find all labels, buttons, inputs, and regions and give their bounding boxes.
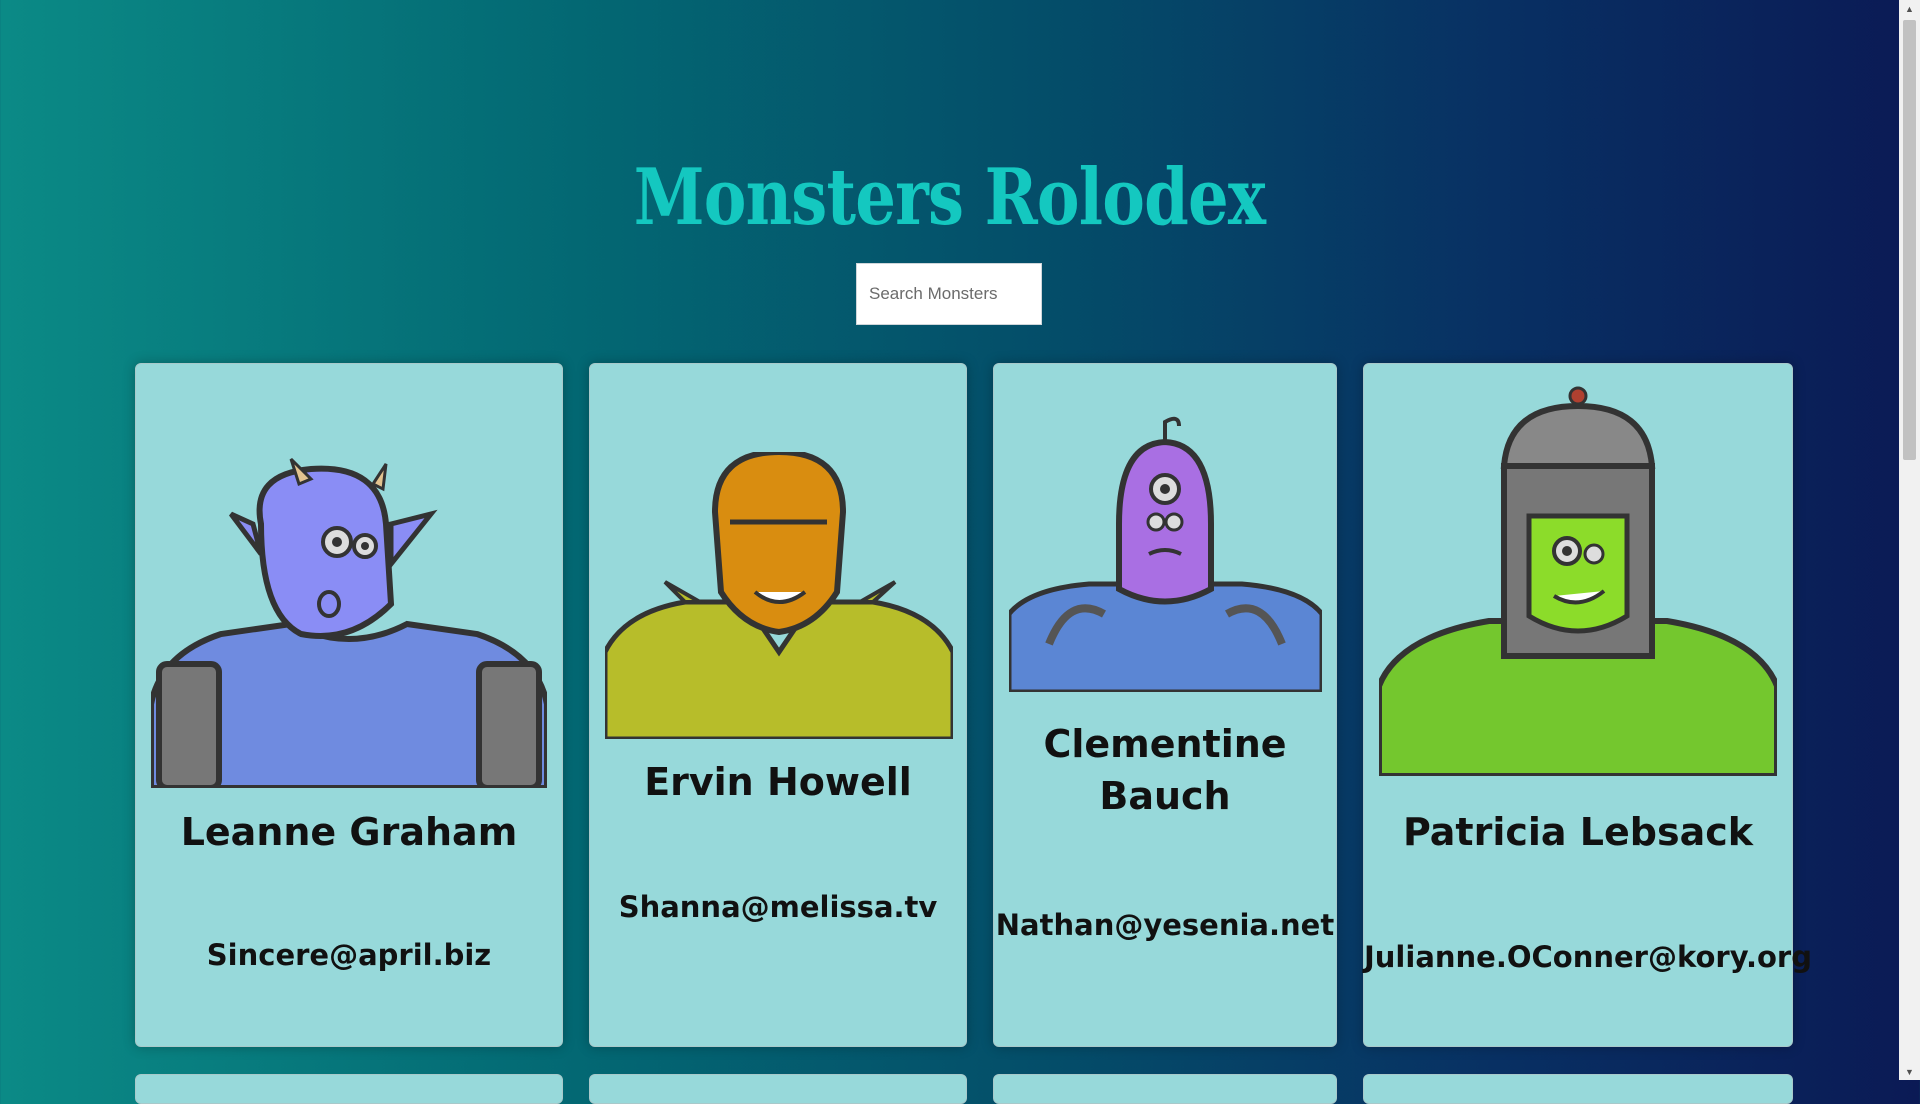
- monster-name: Patricia Lebsack: [1402, 810, 1754, 854]
- monster-email: Nathan@yesenia.net: [995, 908, 1335, 942]
- monster-email: Julianne.OConner@kory.org: [1364, 940, 1812, 974]
- monster-card-next-row[interactable]: [589, 1074, 967, 1104]
- page-title: Monsters Rolodex: [633, 152, 1266, 244]
- monster-card[interactable]: Patricia Lebsack Julianne.OConner@kory.o…: [1363, 363, 1812, 1047]
- monster-card[interactable]: Ervin Howell Shanna@melissa.tv: [589, 363, 967, 1047]
- monster-avatar-image: [151, 457, 547, 788]
- scrollbar-thumb[interactable]: [1903, 20, 1916, 460]
- monster-name: Clementine Bauch: [1043, 722, 1287, 818]
- monster-card[interactable]: Leanne Graham Sincere@april.biz: [135, 363, 563, 1047]
- vertical-scrollbar[interactable]: ▲ ▼: [1899, 0, 1920, 1080]
- monster-avatar-image: [605, 452, 953, 739]
- monster-name: Leanne Graham: [180, 810, 518, 854]
- monster-email: Shanna@melissa.tv: [618, 890, 938, 924]
- monster-card-next-row[interactable]: [993, 1074, 1337, 1104]
- page: Monsters Rolodex Leanne Graham Sincere@a…: [0, 0, 1899, 1104]
- monster-card[interactable]: Clementine Bauch Nathan@yesenia.net: [993, 363, 1337, 1047]
- monster-avatar-image: [1379, 386, 1777, 776]
- scroll-down-icon[interactable]: ▼: [1899, 1063, 1920, 1080]
- monster-card-next-row[interactable]: [1363, 1074, 1793, 1104]
- monster-card-next-row[interactable]: [135, 1074, 563, 1104]
- monster-email: Sincere@april.biz: [206, 938, 492, 972]
- monster-avatar-image: [1009, 416, 1322, 692]
- monster-name: Ervin Howell: [644, 760, 912, 804]
- search-input[interactable]: [856, 263, 1042, 325]
- scroll-up-icon[interactable]: ▲: [1899, 0, 1920, 17]
